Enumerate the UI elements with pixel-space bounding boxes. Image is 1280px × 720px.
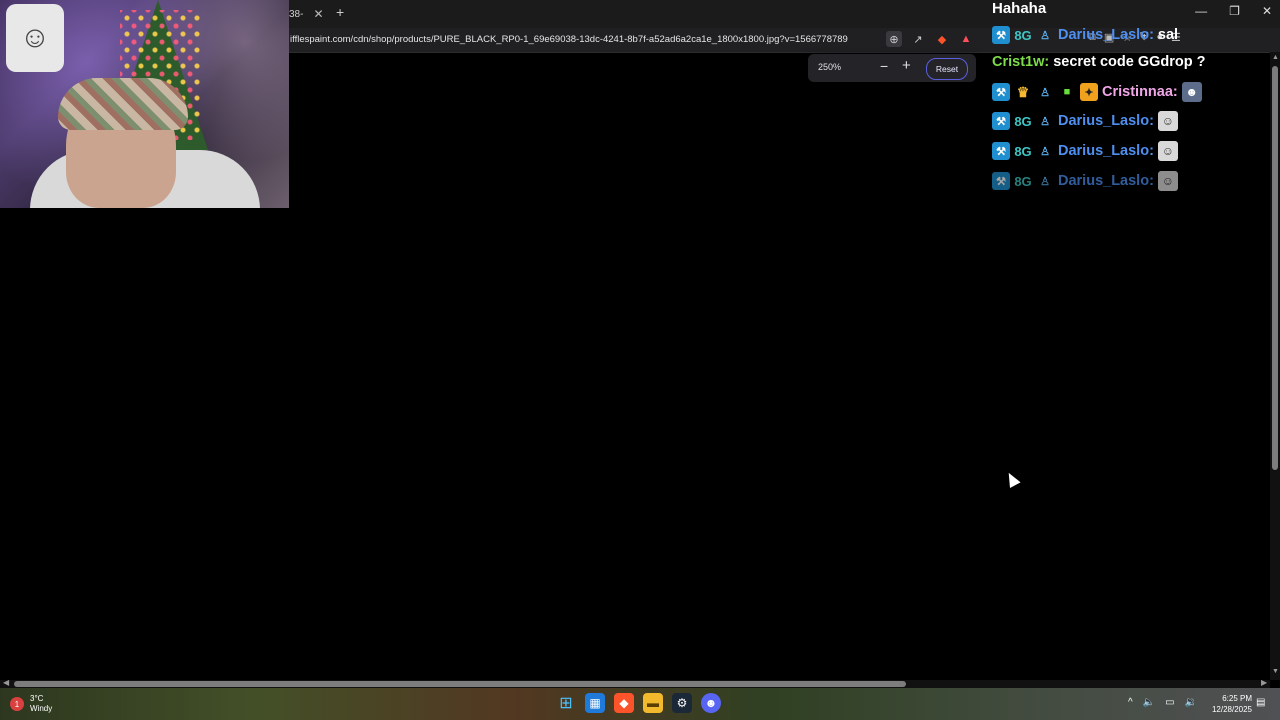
browser-tab[interactable]: 38- ✕ <box>289 0 324 28</box>
brave-browser-icon[interactable]: ◆ <box>614 693 634 713</box>
zoom-level: 250% <box>818 62 842 72</box>
chat-message: ⚒ 8G ♙ Darius_Laslo: sal <box>992 26 1178 44</box>
chat-message-text: sal <box>1157 27 1179 43</box>
subscriber-badge-icon: ♙ <box>1040 145 1050 158</box>
tab-close-icon[interactable]: ✕ <box>313 7 323 21</box>
emote-icon: ☻ <box>1181 82 1202 102</box>
chat-message-text: Hahaha <box>992 0 1047 17</box>
weather-alert-icon: 1 <box>10 697 24 711</box>
address-bar-icons: ⊕ ↗ ◆ ▲ <box>886 31 974 47</box>
start-icon[interactable]: ⊞ <box>556 693 576 713</box>
steam-icon[interactable]: ⚙ <box>672 693 692 713</box>
chat-username: Crist1w: <box>992 54 1050 70</box>
volume-icon[interactable]: 🔉 <box>1185 697 1197 708</box>
emote-icon: ☺ <box>1157 171 1178 191</box>
discord-icon[interactable]: ☻ <box>701 693 721 713</box>
zoom-out-button[interactable]: − <box>880 58 888 74</box>
mouse-cursor-icon <box>1003 470 1021 488</box>
emote-icon: ☺ <box>1157 111 1178 131</box>
weather-description: Windy <box>30 704 53 713</box>
chat-overlay: Hahaha ⚒ 8G ♙ Darius_Laslo: sal Crist1w:… <box>988 0 1263 200</box>
scroll-up-icon[interactable]: ▲ <box>1272 54 1279 61</box>
subscriber-badge-icon: ♙ <box>1040 29 1050 42</box>
moderator-badge-icon: ⚒ <box>992 26 1010 44</box>
subscriber-badge-icon: ♙ <box>1040 115 1050 128</box>
clock-date: 12/28/2025 <box>1211 705 1252 714</box>
chat-username: Cristinnaa: <box>1102 84 1178 100</box>
tab-title: 38- <box>289 8 304 20</box>
chat-message: Crist1w: secret code GGdrop ? <box>992 54 1206 70</box>
crown-badge-icon: ♛ <box>1016 83 1030 100</box>
gg-badge-icon: 8G <box>1014 27 1032 43</box>
new-tab-button[interactable]: + <box>336 4 344 20</box>
subscriber-badge-icon: ♙ <box>1040 175 1050 188</box>
horizontal-scrollbar[interactable] <box>0 680 1270 688</box>
zoom-icon[interactable]: ⊕ <box>886 31 902 47</box>
brave-rewards-icon[interactable]: ▲ <box>958 31 974 47</box>
chat-message-text: secret code GGdrop ? <box>1053 54 1206 70</box>
chat-username: Darius_Laslo: <box>1058 27 1154 43</box>
moderator-badge-icon: ⚒ <box>992 142 1010 160</box>
speaker-icon[interactable]: 🔈 <box>1143 697 1155 708</box>
store-icon[interactable]: ▦ <box>585 693 605 713</box>
chat-message: ⚒ 8G ♙ Darius_Laslo: ☺ <box>992 111 1178 131</box>
chat-username: Darius_Laslo: <box>1058 143 1154 159</box>
brave-shields-icon[interactable]: ◆ <box>934 31 950 47</box>
zoom-reset-button[interactable]: Reset <box>926 58 968 80</box>
taskbar-apps: ⊞ ▦ ◆ ▬ ⚙ ☻ <box>556 693 721 713</box>
streamer-headwear <box>58 78 188 130</box>
chat-username: Darius_Laslo: <box>1058 113 1154 129</box>
moderator-badge-icon: ⚒ <box>992 83 1010 101</box>
file-explorer-icon[interactable]: ▬ <box>643 693 663 713</box>
vip-badge-icon: ✦ <box>1080 83 1098 101</box>
vertical-scroll-thumb[interactable] <box>1272 66 1278 470</box>
zoom-popup: 250% − + Reset <box>808 54 976 82</box>
close-icon[interactable]: ✕ <box>1262 4 1272 18</box>
weather-widget[interactable]: 1 3°C Windy <box>10 694 52 714</box>
system-clock[interactable]: 6:25 PM 12/28/2025 <box>1206 693 1252 715</box>
moderator-badge-icon: ⚒ <box>992 172 1010 190</box>
moderator-badge-icon: ⚒ <box>992 112 1010 130</box>
taskbar: 1 3°C Windy ⊞ ▦ ◆ ▬ ⚙ ☻ ^ 🔈 ▭ 🔉 6:25 PM … <box>0 688 1280 720</box>
scroll-right-icon[interactable]: ▶ <box>1261 678 1267 687</box>
clock-time: 6:25 PM <box>1222 694 1252 703</box>
tray-chevron-icon[interactable]: ^ <box>1128 697 1133 708</box>
weather-text: 3°C Windy <box>30 694 52 714</box>
gg-badge-icon: 8G <box>1014 113 1032 129</box>
share-icon[interactable]: ↗ <box>910 31 926 47</box>
zoom-in-button[interactable]: + <box>902 57 911 74</box>
gg-badge-icon: 8G <box>1014 173 1032 189</box>
horizontal-scroll-thumb[interactable] <box>14 681 906 687</box>
url-field[interactable]: ifflespaint.com/cdn/shop/products/PURE_B… <box>290 34 848 45</box>
webcam-overlay: ☺ <box>0 0 289 208</box>
chat-message: ⚒ 8G ♙ Darius_Laslo: ☺ <box>992 171 1178 191</box>
subscriber-badge-icon: ♙ <box>1040 86 1050 99</box>
emote-icon: ☺ <box>1157 141 1178 161</box>
scroll-down-icon[interactable]: ▼ <box>1272 668 1279 675</box>
chat-message: ⚒ 8G ♙ Darius_Laslo: ☺ <box>992 141 1178 161</box>
weather-temperature: 3°C <box>30 694 44 703</box>
gg-badge-icon: 8G <box>1014 143 1032 159</box>
channel-logo-icon: ☺ <box>6 4 64 72</box>
chat-username: Darius_Laslo: <box>1058 173 1154 189</box>
network-icon[interactable]: ▭ <box>1165 697 1174 708</box>
vertical-scrollbar[interactable] <box>1270 52 1280 680</box>
gift-badge-icon: ■ <box>1063 86 1071 98</box>
chat-message: ⚒ ♛ ♙ ■ ✦ Cristinnaa: ☻ <box>992 82 1202 102</box>
notification-icon[interactable]: ▤ <box>1256 697 1265 708</box>
scroll-left-icon[interactable]: ◀ <box>3 678 9 687</box>
system-tray: ^ 🔈 ▭ 🔉 <box>1128 697 1197 708</box>
